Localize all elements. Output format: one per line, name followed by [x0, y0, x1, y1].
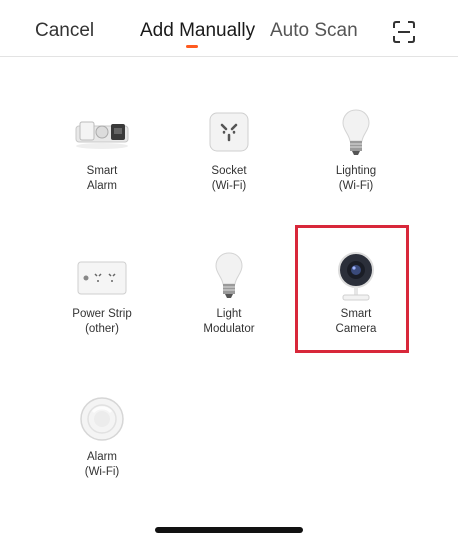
socket-icon — [209, 112, 249, 157]
device-tile-socket[interactable]: Socket (Wi-Fi) — [164, 100, 294, 230]
lightbulb-icon — [214, 251, 244, 306]
device-label: Socket (Wi-Fi) — [211, 165, 247, 192]
cancel-button[interactable]: Cancel — [35, 20, 94, 42]
device-label: Smart Alarm — [86, 165, 118, 192]
device-label: Lighting (Wi-Fi) — [335, 165, 377, 192]
selection-highlight — [295, 225, 409, 353]
home-indicator[interactable] — [155, 527, 303, 533]
active-tab-indicator — [186, 45, 198, 48]
smart-alarm-icon — [74, 118, 130, 155]
power-strip-icon — [77, 261, 127, 300]
device-tile-light-modulator[interactable]: Light Modulator — [164, 243, 294, 373]
tab-auto-scan[interactable]: Auto Scan — [270, 20, 358, 42]
device-label: Light Modulator — [203, 308, 255, 335]
scan-qr-icon[interactable] — [392, 20, 416, 44]
device-label: Alarm (Wi-Fi) — [84, 451, 120, 478]
tab-add-manually[interactable]: Add Manually — [140, 20, 255, 42]
device-tile-power-strip[interactable]: Power Strip (other) — [37, 243, 167, 373]
top-bar: Cancel Add Manually Auto Scan — [0, 0, 458, 57]
lightbulb-icon — [341, 108, 371, 163]
device-tile-smart-alarm[interactable]: Smart Alarm — [37, 100, 167, 230]
device-label: Power Strip (other) — [72, 308, 132, 335]
device-tile-alarm-wifi[interactable]: Alarm (Wi-Fi) — [37, 386, 167, 516]
device-tile-lighting[interactable]: Lighting (Wi-Fi) — [291, 100, 421, 230]
alarm-icon — [79, 396, 125, 447]
